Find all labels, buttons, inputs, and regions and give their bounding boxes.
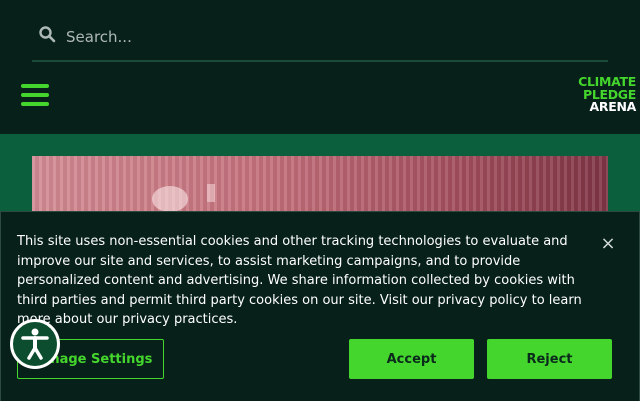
site-logo[interactable]: CLIMATE PLEDGE ARENA: [560, 75, 637, 116]
search-input[interactable]: [64, 24, 588, 50]
hamburger-menu-icon[interactable]: [21, 84, 49, 106]
logo-line-3: ARENA: [589, 99, 637, 114]
site-header: CLIMATE PLEDGE ARENA: [0, 0, 640, 134]
cookie-banner: This site uses non-essential cookies and…: [0, 211, 640, 401]
cookie-banner-text: This site uses non-essential cookies and…: [17, 234, 582, 327]
reject-button[interactable]: Reject: [487, 339, 612, 379]
accessibility-icon[interactable]: [10, 319, 60, 369]
search-bar: [32, 16, 608, 62]
close-icon[interactable]: ×: [599, 235, 617, 253]
accept-button[interactable]: Accept: [349, 339, 474, 379]
search-icon[interactable]: [38, 25, 56, 43]
